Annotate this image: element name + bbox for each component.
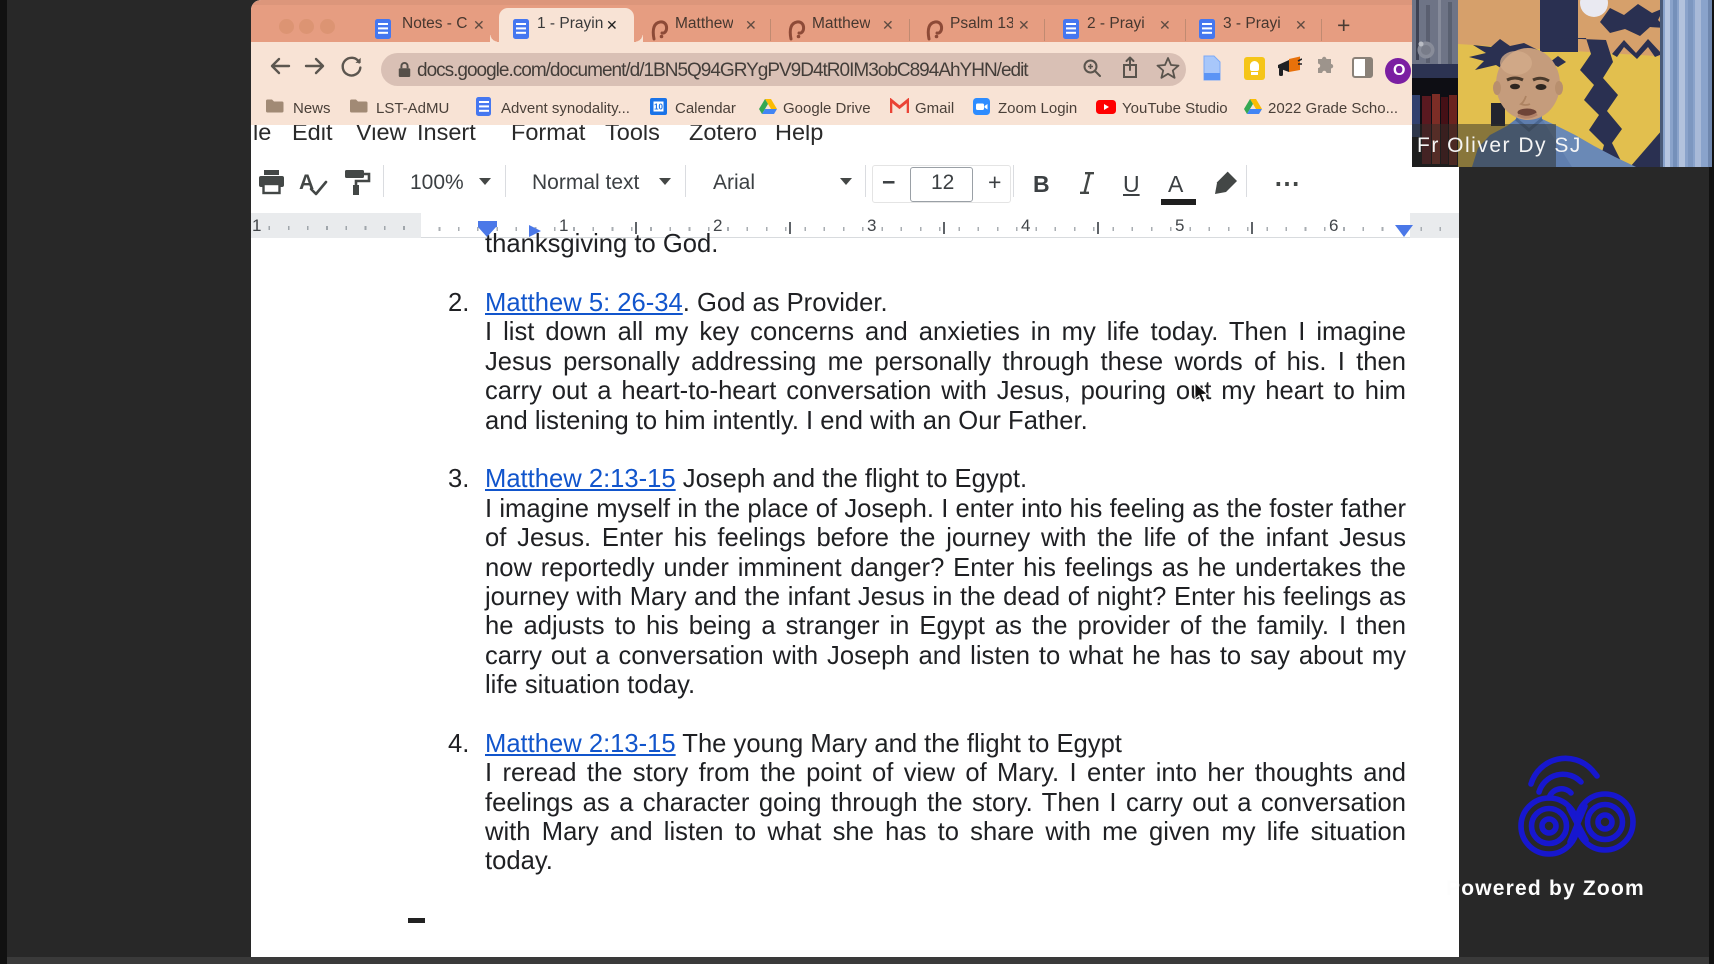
svg-text:10: 10 (654, 103, 663, 112)
